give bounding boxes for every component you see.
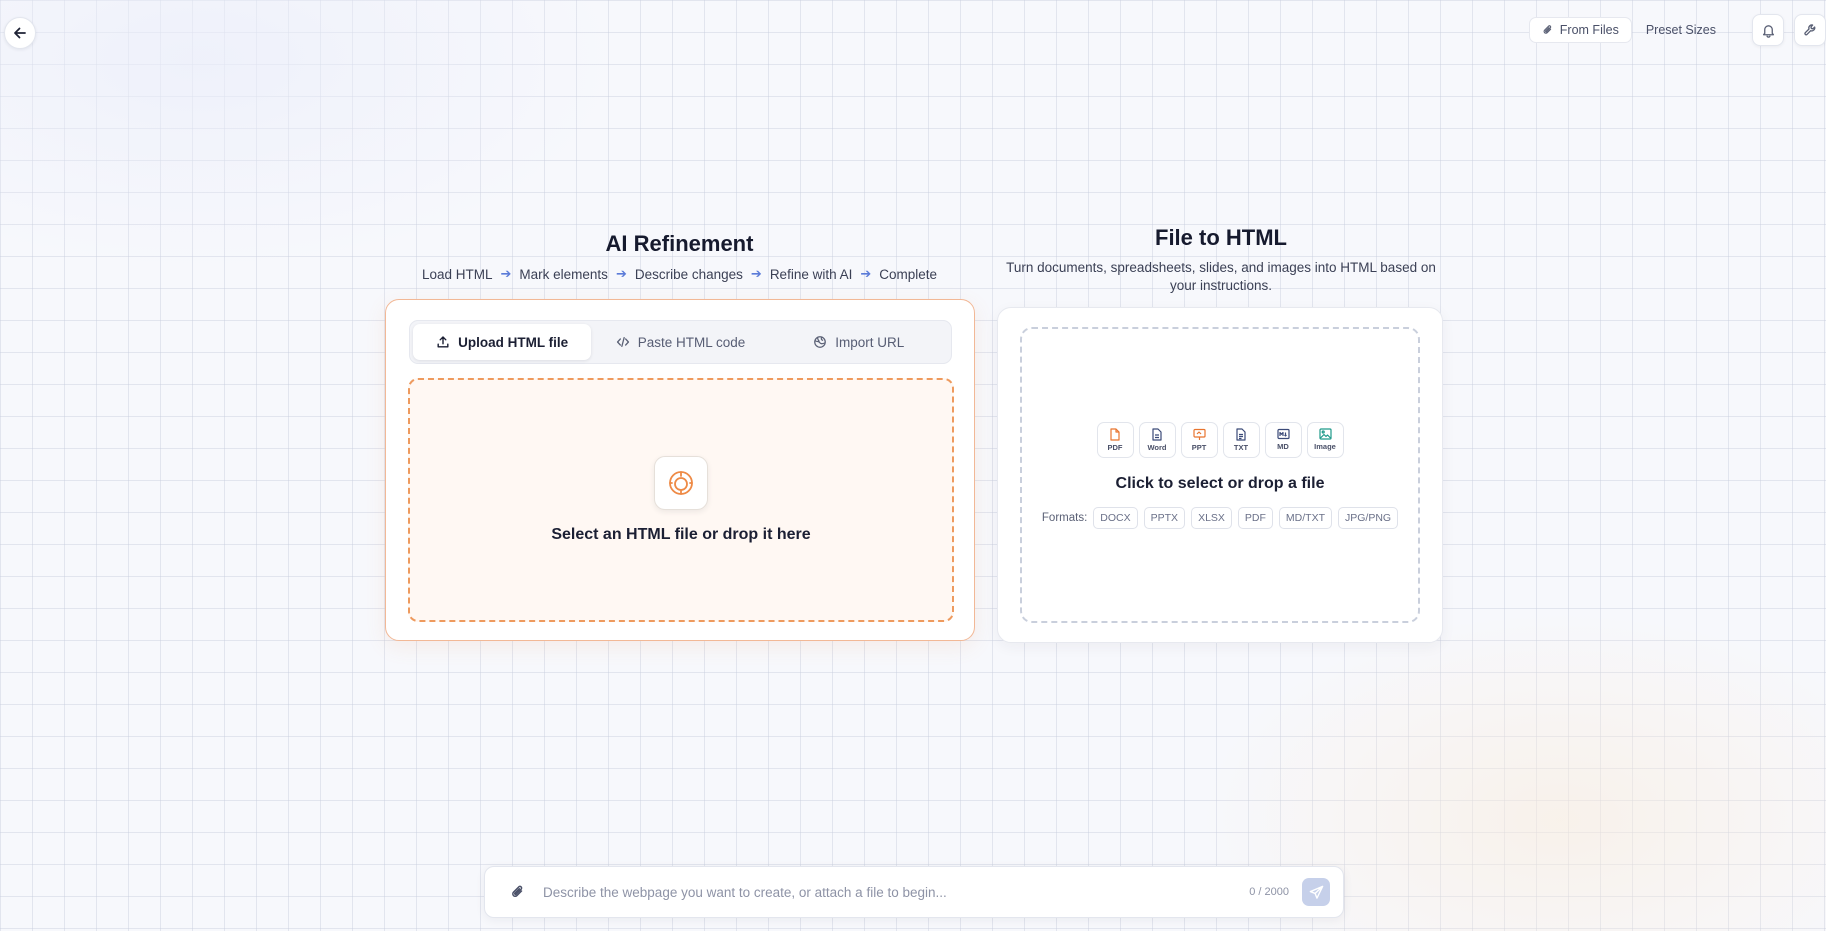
tab-upload-html[interactable]: Upload HTML file: [413, 324, 592, 360]
send-button[interactable]: [1302, 878, 1330, 906]
bell-icon: [1762, 24, 1774, 38]
format-badge: DOCX: [1093, 506, 1138, 529]
wrench-icon: [1803, 23, 1815, 35]
file-to-html-subtitle: Turn documents, spreadsheets, slides, an…: [1006, 260, 1436, 293]
tab-import-url-label: Import URL: [835, 334, 905, 350]
file-type-image: Image: [1306, 421, 1344, 458]
text-file-icon: [1236, 427, 1246, 441]
preset-sizes-button[interactable]: Preset Sizes: [1634, 17, 1728, 43]
file-to-html-title: File to HTML: [1155, 225, 1287, 250]
tab-import-url[interactable]: Import URL: [770, 324, 948, 360]
character-counter: 0 / 2000: [1249, 886, 1289, 898]
file-type-word: Word: [1138, 421, 1176, 458]
arrow-left-icon: [14, 27, 26, 39]
file-type-md-label: MD: [1277, 442, 1289, 451]
step-arrow-icon: ➔: [860, 266, 872, 281]
image-icon: [1318, 428, 1332, 440]
target-icon: [669, 471, 693, 495]
step-mark-elements: Mark elements: [519, 266, 608, 282]
step-refine-with-ai: Refine with AI: [769, 266, 853, 282]
format-badge: PPTX: [1143, 506, 1186, 529]
send-icon: [1309, 885, 1323, 899]
file-type-txt-label: TXT: [1233, 442, 1249, 452]
format-badge: MD/TXT: [1278, 506, 1332, 529]
file-dropzone[interactable]: PDF Word PPT TXT MD Image Click to selec…: [1020, 327, 1420, 623]
tab-paste-html-label: Paste HTML code: [637, 334, 746, 350]
refine-steps: Load HTML ➔ Mark elements ➔ Describe cha…: [386, 266, 973, 282]
file-dropzone-text: Click to select or drop a file: [1115, 474, 1325, 492]
step-complete: Complete: [879, 266, 938, 282]
tab-paste-html[interactable]: Paste HTML code: [591, 324, 769, 360]
ai-refinement-title: AI Refinement: [605, 231, 754, 256]
format-badge: XLSX: [1191, 506, 1232, 529]
file-type-pdf-label: PDF: [1107, 442, 1123, 452]
tools-button[interactable]: [1794, 14, 1826, 46]
notifications-button[interactable]: [1752, 14, 1784, 46]
supported-formats: Formats: DOCX PPTX XLSX PDF MD/TXT JPG/P…: [1041, 506, 1399, 529]
paperclip-icon: [512, 885, 523, 897]
tab-upload-html-label: Upload HTML file: [458, 334, 569, 350]
prompt-bar: 0 / 2000: [484, 866, 1344, 918]
html-dropzone-text: Select an HTML file or drop it here: [551, 526, 811, 543]
step-arrow-icon: ➔: [750, 266, 762, 281]
top-right-toolbar: From Files Preset Sizes: [1528, 14, 1826, 46]
from-files-label: From Files: [1559, 23, 1619, 37]
file-type-md: MD: [1264, 421, 1302, 458]
step-arrow-icon: ➔: [615, 266, 627, 281]
file-type-image-label: Image: [1314, 442, 1336, 451]
html-file-upload-icon: [654, 456, 708, 510]
file-type-txt: TXT: [1222, 421, 1260, 458]
input-mode-tabs: Upload HTML file Paste HTML code Import …: [409, 320, 952, 364]
attach-button[interactable]: [507, 881, 529, 903]
file-type-ppt-label: PPT: [1191, 442, 1207, 452]
pdf-file-icon: [1110, 427, 1120, 441]
upload-icon: [437, 336, 449, 348]
back-button[interactable]: [4, 17, 36, 49]
file-type-icons: PDF Word PPT TXT MD Image: [1096, 421, 1344, 458]
file-to-html-card: PDF Word PPT TXT MD Image Click to selec…: [997, 307, 1443, 643]
ai-refinement-card: Upload HTML file Paste HTML code Import …: [385, 299, 975, 641]
formats-label: Formats:: [1041, 511, 1088, 524]
markdown-icon: [1276, 428, 1290, 440]
word-file-icon: [1152, 427, 1162, 441]
file-type-ppt: PPT: [1180, 421, 1218, 458]
html-file-dropzone[interactable]: Select an HTML file or drop it here: [408, 378, 954, 622]
presentation-icon: [1192, 428, 1206, 440]
file-type-pdf: PDF: [1096, 421, 1134, 458]
code-icon: [616, 336, 629, 348]
prompt-input[interactable]: [543, 884, 1250, 900]
step-describe-changes: Describe changes: [634, 266, 743, 282]
preset-sizes-label: Preset Sizes: [1645, 23, 1716, 37]
globe-icon: [814, 336, 827, 348]
step-arrow-icon: ➔: [500, 266, 512, 281]
format-badge: PDF: [1237, 506, 1273, 529]
format-badge: JPG/PNG: [1338, 506, 1399, 529]
step-load-html: Load HTML: [421, 266, 493, 282]
file-type-word-label: Word: [1147, 442, 1167, 452]
from-files-button[interactable]: From Files: [1528, 17, 1632, 43]
paperclip-icon: [1543, 25, 1552, 34]
